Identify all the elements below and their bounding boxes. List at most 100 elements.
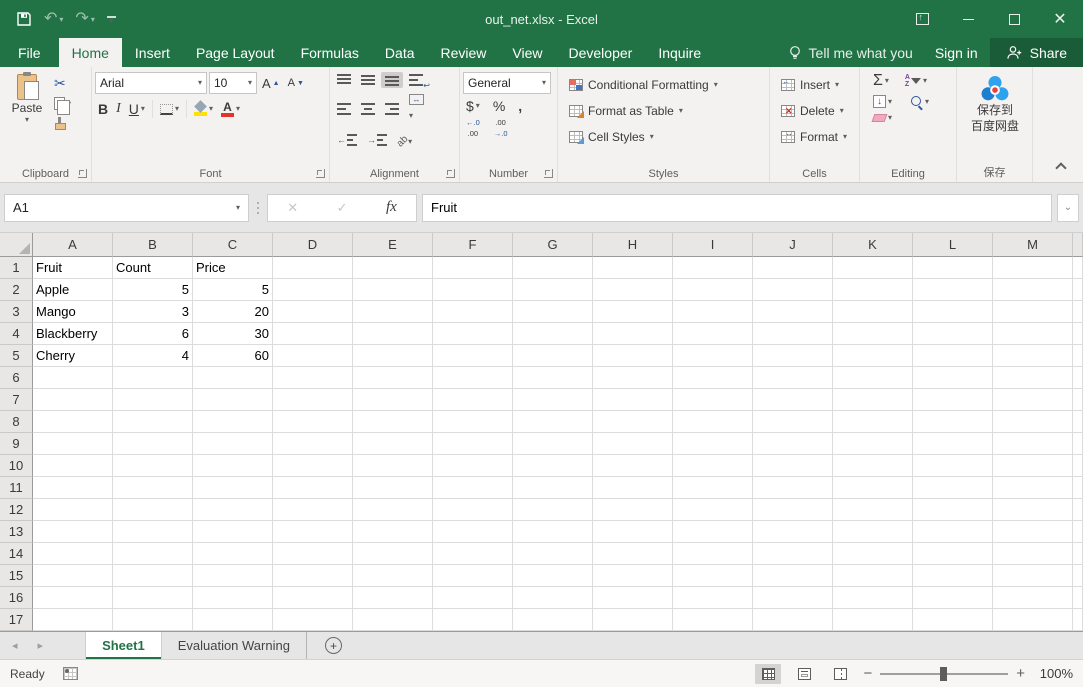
cell-E12[interactable]	[353, 499, 433, 521]
zoom-in-button[interactable]: +	[1016, 666, 1025, 681]
middle-align-button[interactable]	[357, 72, 379, 88]
delete-cells-button[interactable]: Delete▾	[778, 98, 856, 124]
tab-view[interactable]: View	[499, 38, 555, 67]
cell-I1[interactable]	[673, 257, 753, 279]
cell-I2[interactable]	[673, 279, 753, 301]
cell-K9[interactable]	[833, 433, 913, 455]
row-header-16[interactable]: 16	[0, 587, 33, 609]
cell-K14[interactable]	[833, 543, 913, 565]
cell-I16[interactable]	[673, 587, 753, 609]
conditional-formatting-button[interactable]: Conditional Formatting▾	[566, 72, 766, 98]
cell-F16[interactable]	[433, 587, 513, 609]
cell-I4[interactable]	[673, 323, 753, 345]
decrease-font-size-button[interactable]: A▼	[285, 76, 307, 90]
cell-J3[interactable]	[753, 301, 833, 323]
formula-bar-splitter[interactable]	[254, 202, 262, 214]
cell-K15[interactable]	[833, 565, 913, 587]
font-name-combo[interactable]: Arial▾	[95, 72, 207, 94]
decrease-indent-button[interactable]: ←	[333, 132, 361, 148]
decrease-decimal-button[interactable]: .00→.0	[491, 118, 511, 139]
cell-F13[interactable]	[433, 521, 513, 543]
cell-J16[interactable]	[753, 587, 833, 609]
paste-button[interactable]: Paste ▾	[3, 72, 51, 130]
cell-H10[interactable]	[593, 455, 673, 477]
cell-G9[interactable]	[513, 433, 593, 455]
cell-D1[interactable]	[273, 257, 353, 279]
close-button[interactable]: ✕	[1037, 0, 1083, 38]
cell-K1[interactable]	[833, 257, 913, 279]
cell-M1[interactable]	[993, 257, 1073, 279]
column-header-L[interactable]: L	[913, 233, 993, 257]
cell-D9[interactable]	[273, 433, 353, 455]
font-color-button[interactable]: A▾	[218, 100, 243, 118]
cell-K7[interactable]	[833, 389, 913, 411]
cell-L9[interactable]	[913, 433, 993, 455]
sheet-nav-left-icon[interactable]: ◂	[12, 639, 18, 652]
cell-D3[interactable]	[273, 301, 353, 323]
cell-F12[interactable]	[433, 499, 513, 521]
cell-I5[interactable]	[673, 345, 753, 367]
orientation-button[interactable]: ab▾	[393, 129, 416, 151]
minimize-button[interactable]	[945, 0, 991, 38]
cell-M8[interactable]	[993, 411, 1073, 433]
cell-J17[interactable]	[753, 609, 833, 631]
cell-H11[interactable]	[593, 477, 673, 499]
cell-B5[interactable]: 4	[113, 345, 193, 367]
row-header-17[interactable]: 17	[0, 609, 33, 631]
cell-C12[interactable]	[193, 499, 273, 521]
cell-D4[interactable]	[273, 323, 353, 345]
cell-K13[interactable]	[833, 521, 913, 543]
save-icon[interactable]	[16, 11, 32, 27]
cell-E15[interactable]	[353, 565, 433, 587]
underline-button[interactable]: U▾	[126, 101, 148, 117]
cell-G5[interactable]	[513, 345, 593, 367]
cell-M5[interactable]	[993, 345, 1073, 367]
cell-G4[interactable]	[513, 323, 593, 345]
cell-G17[interactable]	[513, 609, 593, 631]
cell-G14[interactable]	[513, 543, 593, 565]
cell-H4[interactable]	[593, 323, 673, 345]
clipboard-dialog-launcher-icon[interactable]	[78, 169, 87, 178]
cell-D10[interactable]	[273, 455, 353, 477]
center-button[interactable]	[357, 101, 379, 117]
customize-qat-button[interactable]: ▾	[107, 16, 116, 23]
cell-J15[interactable]	[753, 565, 833, 587]
align-left-button[interactable]	[333, 101, 355, 117]
accounting-format-button[interactable]: $▾	[463, 98, 483, 114]
cell-M9[interactable]	[993, 433, 1073, 455]
cell-C6[interactable]	[193, 367, 273, 389]
column-header-B[interactable]: B	[113, 233, 193, 257]
cell-E14[interactable]	[353, 543, 433, 565]
row-header-10[interactable]: 10	[0, 455, 33, 477]
column-header-A[interactable]: A	[33, 233, 113, 257]
cell-D15[interactable]	[273, 565, 353, 587]
cell-E6[interactable]	[353, 367, 433, 389]
cell-I14[interactable]	[673, 543, 753, 565]
comma-style-button[interactable]: ,	[515, 98, 525, 114]
cell-H6[interactable]	[593, 367, 673, 389]
cell-J4[interactable]	[753, 323, 833, 345]
cell-B15[interactable]	[113, 565, 193, 587]
row-header-5[interactable]: 5	[0, 345, 33, 367]
cell-D12[interactable]	[273, 499, 353, 521]
top-align-button[interactable]	[333, 72, 355, 88]
normal-view-button[interactable]	[755, 664, 781, 684]
cell-L3[interactable]	[913, 301, 993, 323]
cell-D8[interactable]	[273, 411, 353, 433]
autosum-button[interactable]: Σ▾	[870, 72, 892, 90]
cell-G6[interactable]	[513, 367, 593, 389]
column-header-J[interactable]: J	[753, 233, 833, 257]
align-right-button[interactable]	[381, 101, 403, 117]
tab-file[interactable]: File	[0, 38, 59, 67]
cell-K8[interactable]	[833, 411, 913, 433]
cell-E2[interactable]	[353, 279, 433, 301]
zoom-slider[interactable]	[880, 673, 1008, 675]
cell-M12[interactable]	[993, 499, 1073, 521]
cell-L1[interactable]	[913, 257, 993, 279]
italic-button[interactable]: I	[113, 101, 124, 117]
tab-home[interactable]: Home	[59, 38, 122, 67]
cell-E10[interactable]	[353, 455, 433, 477]
column-header-C[interactable]: C	[193, 233, 273, 257]
cell-F4[interactable]	[433, 323, 513, 345]
cell-I17[interactable]	[673, 609, 753, 631]
